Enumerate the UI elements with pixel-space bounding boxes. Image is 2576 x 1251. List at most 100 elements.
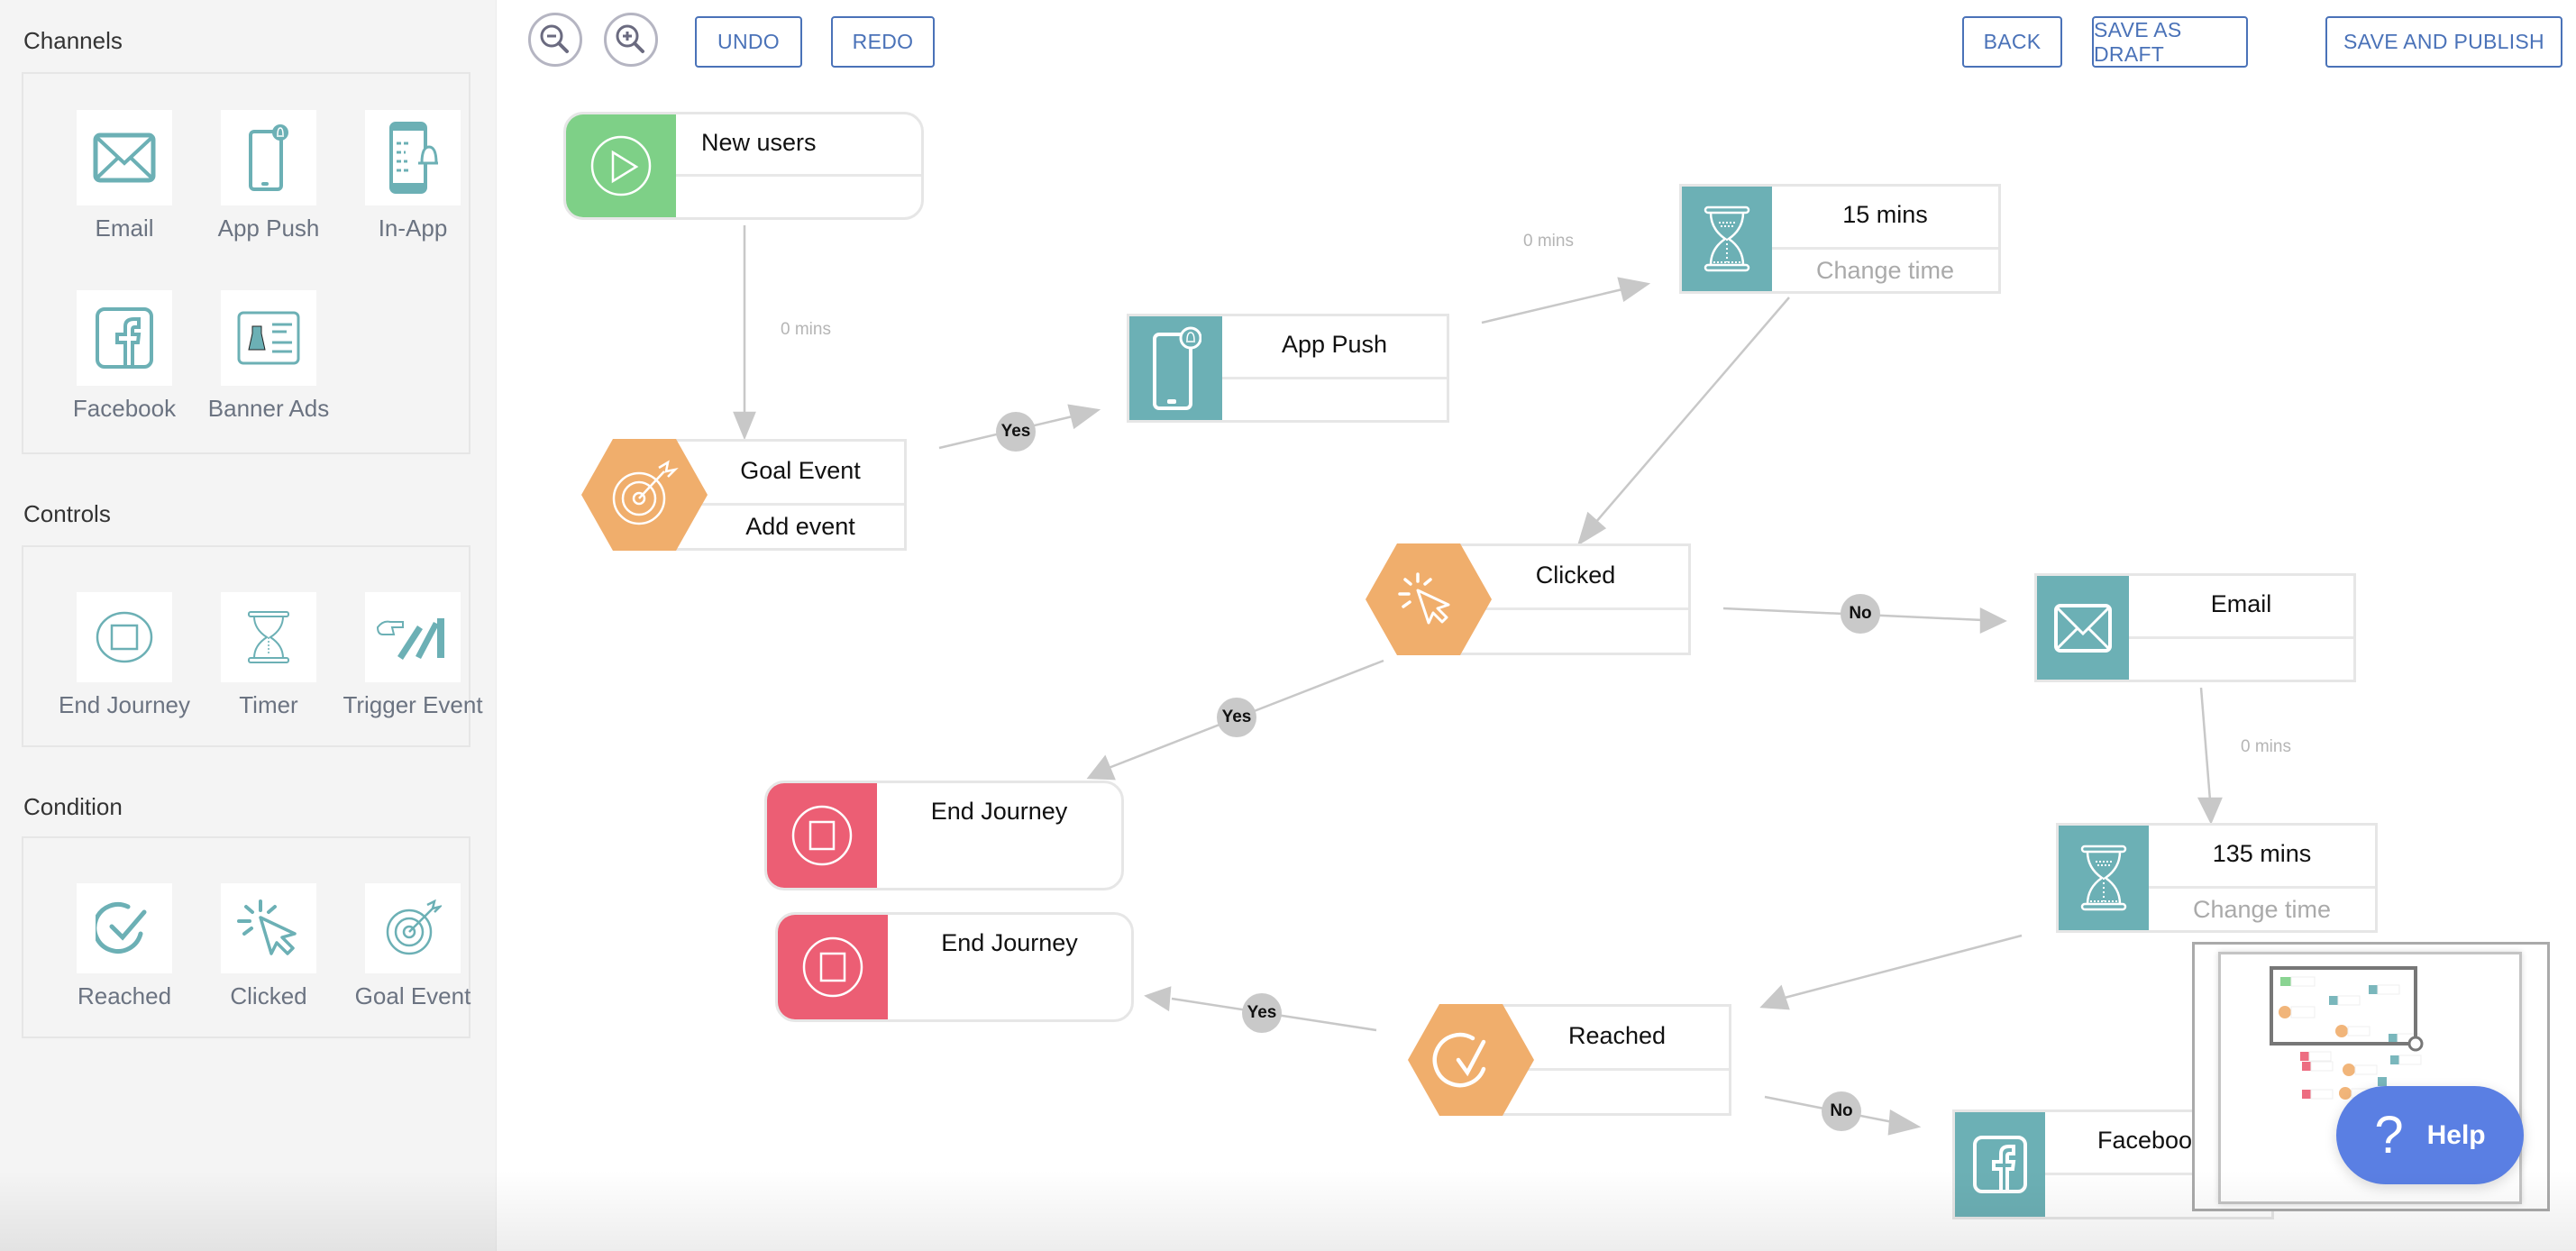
edge-timer135-to-reached	[1784, 934, 2023, 1000]
node-timer-135[interactable]: 135 mins Change time	[2056, 823, 2378, 933]
palette-item-clicked[interactable]: Clicked	[196, 883, 341, 1010]
branch-badge-no: No	[1841, 594, 1880, 634]
node-new-users[interactable]: New users	[563, 112, 924, 220]
zoom-in-icon	[616, 24, 644, 53]
controls-panel: End Journey Timer Trigger Event	[22, 545, 483, 747]
node-title: Email	[2210, 590, 2272, 618]
undo-button[interactable]: UNDO	[695, 16, 802, 68]
node-title: End Journey	[941, 929, 1078, 957]
branch-badge-yes: Yes	[996, 412, 1036, 452]
branch-badge-yes: Yes	[1217, 698, 1256, 737]
hourglass-icon	[221, 592, 316, 682]
palette-item-banner-ads[interactable]: Banner Ads	[196, 290, 341, 423]
arrowhead	[1617, 277, 1651, 303]
zoom-in-button[interactable]	[604, 13, 658, 67]
envelope-icon	[77, 110, 172, 205]
reached-hex-icon	[1408, 1004, 1534, 1116]
node-subtitle	[1222, 376, 1447, 420]
target-icon	[365, 883, 461, 973]
node-subtitle	[1505, 1068, 1729, 1113]
add-event-link[interactable]: Add event	[697, 503, 904, 548]
question-icon: ?	[2374, 1106, 2404, 1164]
node-end-journey-1[interactable]: End Journey	[764, 781, 1124, 890]
arrowhead	[1086, 754, 1116, 781]
node-title: Goal Event	[740, 456, 861, 484]
minimap-resize-handle	[2407, 1036, 2424, 1052]
in-app-message-icon	[365, 110, 461, 205]
mobile-notification-icon	[1129, 316, 1222, 420]
edge-timer-to-clicked	[1594, 297, 1790, 524]
help-label: Help	[2426, 1119, 2486, 1150]
arrowhead	[1144, 986, 1172, 1012]
node-subtitle	[1463, 607, 1688, 653]
node-subtitle	[676, 174, 921, 217]
channels-panel: Email App Push In-App Facebook Banner Ad…	[22, 72, 470, 454]
help-button[interactable]: ? Help	[2336, 1086, 2524, 1184]
palette-item-trigger-event[interactable]: Trigger Event	[341, 592, 485, 719]
palette-item-app-push[interactable]: App Push	[196, 110, 341, 242]
node-title: New users	[701, 128, 817, 156]
section-title-channels: Channels	[23, 27, 123, 54]
section-title-condition: Condition	[23, 793, 123, 820]
palette-item-end-journey[interactable]: End Journey	[52, 592, 196, 719]
node-email[interactable]: Email	[2034, 573, 2356, 682]
goal-event-hex-icon	[581, 439, 708, 551]
play-icon	[566, 114, 676, 217]
palette-item-timer[interactable]: Timer	[196, 592, 341, 719]
condition-panel: Reached Clicked Goal Event	[22, 836, 470, 1038]
zoom-out-icon	[540, 24, 569, 53]
node-end-journey-2[interactable]: End Journey	[775, 912, 1134, 1022]
edge-delay-label: 0 mins	[2241, 737, 2291, 756]
sidebar: Channels Email App Push In-App Facebook	[0, 0, 497, 1251]
cursor-click-icon	[221, 883, 316, 973]
arrowhead	[1576, 511, 1607, 546]
node-title: 15 mins	[1842, 201, 1928, 229]
section-title-controls: Controls	[23, 500, 111, 527]
edge-app-push-to-timer	[1481, 288, 1623, 324]
palette-item-reached[interactable]: Reached	[52, 883, 196, 1010]
palette-item-in-app[interactable]: In-App	[341, 110, 485, 242]
facebook-icon	[77, 290, 172, 386]
arrowhead	[1887, 1109, 1922, 1136]
clicked-hex-icon	[1366, 543, 1492, 655]
node-title: Reached	[1567, 1021, 1667, 1049]
arrowhead	[1979, 607, 2007, 634]
zoom-out-button[interactable]	[528, 13, 582, 67]
node-title: App Push	[1281, 331, 1388, 359]
check-circle-icon	[77, 883, 172, 973]
node-title: End Journey	[930, 798, 1068, 826]
palette-item-email[interactable]: Email	[52, 110, 196, 242]
back-button[interactable]: BACK	[1962, 16, 2062, 68]
node-title: 135 mins	[2212, 840, 2312, 868]
domino-trigger-icon	[365, 592, 461, 682]
hourglass-icon	[1682, 187, 1772, 291]
facebook-icon	[1955, 1112, 2045, 1217]
palette-item-facebook[interactable]: Facebook	[52, 290, 196, 423]
node-timer-15[interactable]: 15 mins Change time	[1679, 184, 2001, 294]
arrowhead	[2197, 797, 2223, 825]
branch-badge-yes: Yes	[1242, 993, 1282, 1033]
save-as-draft-button[interactable]: SAVE AS DRAFT	[2092, 16, 2248, 68]
edge-email-to-timer135	[2199, 687, 2212, 801]
node-subtitle	[2129, 635, 2353, 680]
arrowhead	[1067, 404, 1101, 430]
branch-badge-no: No	[1822, 1091, 1861, 1131]
mobile-notification-icon	[221, 110, 316, 205]
palette-item-goal-event[interactable]: Goal Event	[341, 883, 485, 1010]
hourglass-icon	[2059, 826, 2149, 930]
banner-ad-icon	[221, 290, 316, 386]
stop-circle-icon	[767, 783, 877, 888]
stop-circle-icon	[778, 915, 888, 1019]
node-app-push[interactable]: App Push	[1127, 314, 1449, 423]
save-and-publish-button[interactable]: SAVE AND PUBLISH	[2325, 16, 2562, 68]
edge-delay-label: 0 mins	[781, 320, 831, 339]
stop-circle-icon	[77, 592, 172, 682]
change-time-link[interactable]: Change time	[2149, 886, 2375, 930]
arrowhead	[733, 411, 756, 441]
node-title: Clicked	[1535, 561, 1616, 589]
change-time-link[interactable]: Change time	[1772, 247, 1998, 291]
envelope-icon	[2037, 576, 2129, 680]
edge-delay-label: 0 mins	[1523, 232, 1574, 251]
arrowhead	[1759, 984, 1790, 1010]
redo-button[interactable]: REDO	[831, 16, 935, 68]
